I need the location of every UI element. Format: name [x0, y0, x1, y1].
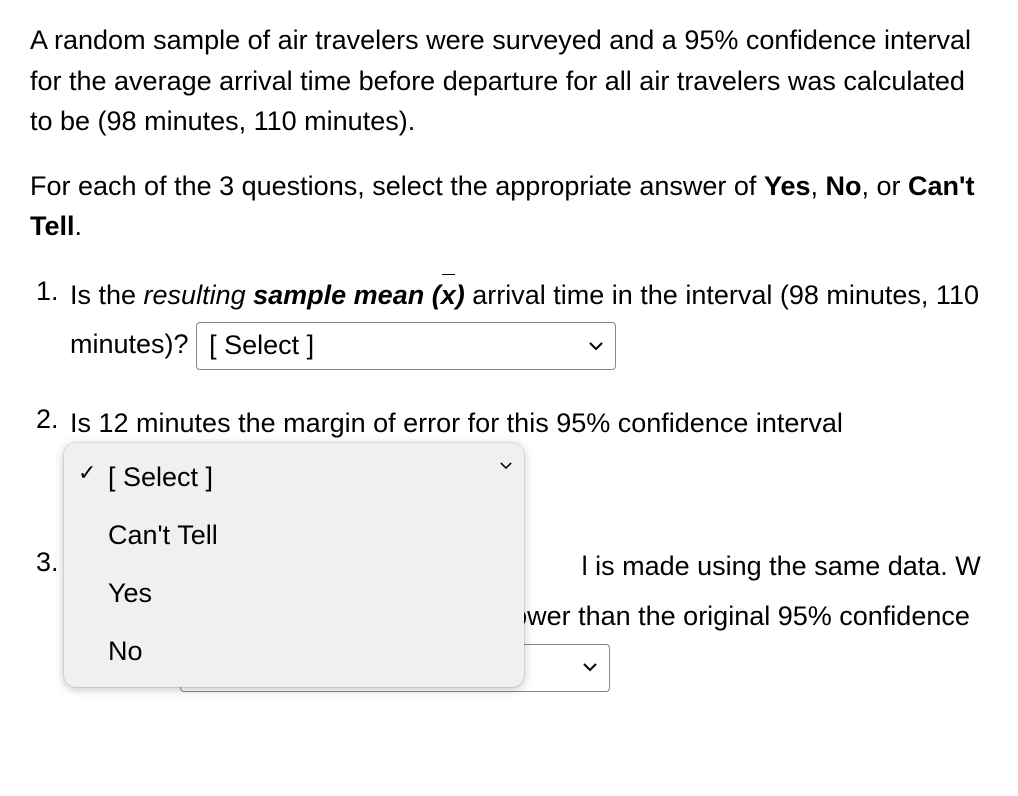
dropdown-option-cant-tell[interactable]: Can't Tell	[64, 507, 524, 565]
dropdown-option-no[interactable]: No	[64, 623, 524, 681]
dropdown-option-no-label: No	[108, 636, 143, 666]
intro-text-1: A random sample of air travelers were su…	[30, 25, 971, 136]
question-list: 1. Is the resulting sample mean (x) arri…	[30, 271, 988, 693]
question-1-text: Is the resulting sample mean (x) arrival…	[70, 271, 988, 372]
dropdown-option-yes[interactable]: Yes	[64, 565, 524, 623]
intro-paragraph-2: For each of the 3 questions, select the …	[30, 166, 988, 247]
q1-select-wrapper: [ Select ]	[196, 321, 616, 371]
q2-dropdown-popup: [ Select ] Can't Tell Yes No	[64, 443, 524, 687]
question-2-number: 2.	[36, 399, 59, 440]
chevron-down-icon	[589, 332, 603, 362]
intro-sep1: ,	[811, 171, 826, 201]
dropdown-option-cant-tell-label: Can't Tell	[108, 520, 218, 550]
q2-select-wrapper: [ Select ] Can't Tell Yes No	[68, 449, 368, 514]
intro-suffix: .	[75, 211, 83, 241]
intro-paragraph-1: A random sample of air travelers were su…	[30, 20, 988, 142]
question-3-number: 3.	[36, 542, 59, 583]
dropdown-option-select-label: [ Select ]	[108, 462, 213, 492]
q1-t4: sample mean	[253, 280, 432, 310]
q1-paren-close: )	[456, 280, 465, 310]
q1-select-label: [ Select ]	[209, 321, 314, 371]
dropdown-option-select[interactable]: [ Select ]	[64, 449, 524, 507]
intro-prefix: For each of the 3 questions, select the …	[30, 171, 764, 201]
q2-t1: Is 12 minutes the margin of error for th…	[70, 408, 843, 438]
q1-t2: resulting	[144, 280, 246, 310]
question-2: 2. Is 12 minutes the margin of error for…	[70, 399, 988, 514]
dropdown-option-yes-label: Yes	[108, 578, 152, 608]
question-1-number: 1.	[36, 271, 59, 312]
q1-t3	[246, 280, 254, 310]
intro-no: No	[826, 171, 862, 201]
q1-paren-open: (	[432, 280, 441, 310]
chevron-down-icon	[583, 653, 597, 683]
intro-sep2: , or	[862, 171, 909, 201]
intro-yes: Yes	[764, 171, 811, 201]
q3-t2: l is made using the same data. W	[582, 551, 981, 581]
question-1: 1. Is the resulting sample mean (x) arri…	[70, 271, 988, 372]
q1-select[interactable]: [ Select ]	[196, 322, 616, 370]
q1-t1: Is the	[70, 280, 144, 310]
question-2-text: Is 12 minutes the margin of error for th…	[70, 399, 988, 514]
q1-xbar: x	[441, 271, 456, 321]
